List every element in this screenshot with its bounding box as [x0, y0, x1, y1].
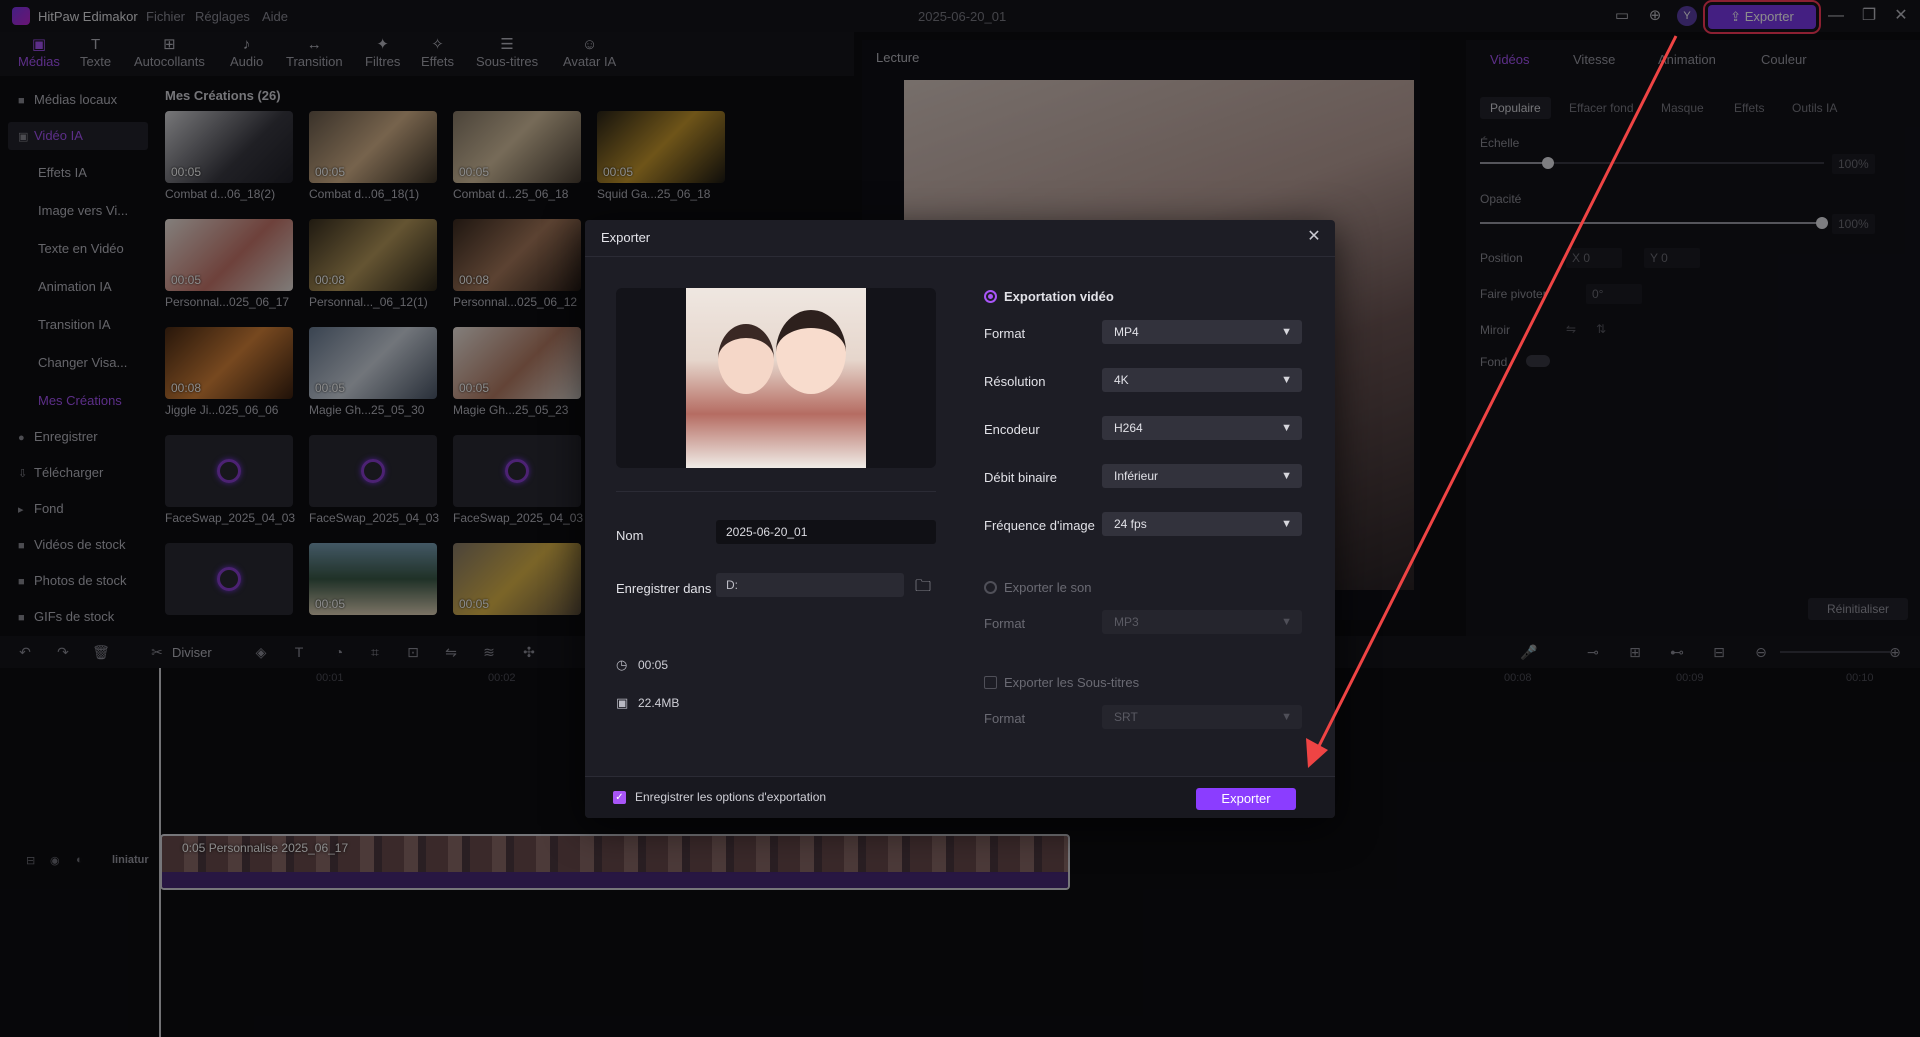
export-preview [616, 288, 936, 468]
subtitle-export-label: Exporter les Sous-titres [1004, 675, 1140, 690]
name-label: Nom [616, 528, 644, 543]
format-select[interactable]: MP4 ▼ [1102, 320, 1302, 344]
file-size-icon: ▣ [616, 695, 629, 710]
framerate-select[interactable]: 24 fps ▼ [1102, 512, 1302, 536]
save-location-input[interactable]: D: [716, 573, 904, 597]
subtitle-format-select[interactable]: SRT ▼ [1102, 705, 1302, 729]
video-export-radio[interactable] [984, 290, 997, 303]
subtitle-export-checkbox[interactable] [984, 676, 997, 689]
chevron-down-icon: ▼ [1281, 616, 1292, 628]
chevron-down-icon: ▼ [1281, 374, 1292, 386]
export-dialog: Exporter ✕ Nom 2025-06-20_01 Enregistrer… [585, 220, 1335, 818]
remember-options-label: Enregistrer les options d'exportation [635, 790, 827, 804]
format-label: Format [984, 326, 1026, 341]
subtitle-format-label: Format [984, 711, 1026, 726]
bitrate-label: Débit binaire [984, 470, 1057, 485]
audio-format-select[interactable]: MP3 ▼ [1102, 610, 1302, 634]
chevron-down-icon: ▼ [1281, 711, 1292, 723]
encoder-select[interactable]: H264 ▼ [1102, 416, 1302, 440]
close-icon[interactable]: ✕ [1305, 228, 1323, 246]
save-location-label: Enregistrer dans [616, 581, 712, 596]
chevron-down-icon: ▼ [1281, 326, 1292, 338]
resolution-label: Résolution [984, 374, 1046, 389]
chevron-down-icon: ▼ [1281, 422, 1292, 434]
framerate-label: Fréquence d'image [984, 518, 1095, 533]
duration-info: ◷ 00:05 [616, 657, 669, 672]
dialog-title: Exporter [601, 230, 651, 245]
encoder-label: Encodeur [984, 422, 1040, 437]
video-export-label: Exportation vidéo [1004, 289, 1114, 304]
export-button[interactable]: Exporter [1196, 788, 1296, 810]
clock-icon: ◷ [616, 657, 628, 672]
name-input[interactable]: 2025-06-20_01 [716, 520, 936, 544]
bitrate-select[interactable]: Inférieur ▼ [1102, 464, 1302, 488]
audio-export-label: Exporter le son [1004, 580, 1092, 595]
preview-image [686, 288, 866, 468]
audio-format-label: Format [984, 616, 1026, 631]
chevron-down-icon: ▼ [1281, 518, 1292, 530]
folder-icon[interactable]: 🗀 [915, 575, 931, 602]
size-info: ▣ 22.4MB [616, 695, 680, 710]
audio-export-radio[interactable] [984, 581, 997, 594]
remember-options-checkbox[interactable]: ✓ [613, 791, 626, 804]
resolution-select[interactable]: 4K ▼ [1102, 368, 1302, 392]
chevron-down-icon: ▼ [1281, 470, 1292, 482]
